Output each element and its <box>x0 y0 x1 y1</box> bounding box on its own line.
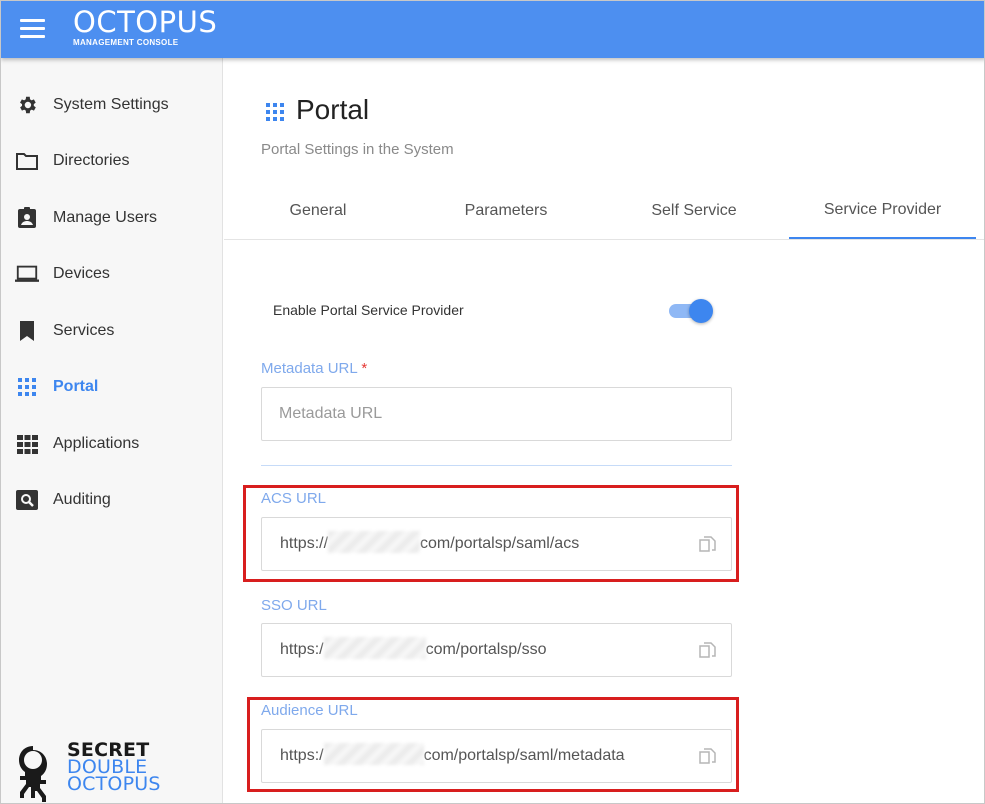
sidebar-item-label: Services <box>53 322 115 339</box>
tab-bar: General Parameters Self Service Service … <box>224 183 984 240</box>
tab-service-provider[interactable]: Service Provider <box>789 183 976 239</box>
sidebar-item-label: System Settings <box>53 96 169 113</box>
user-badge-icon <box>15 206 39 230</box>
required-mark: * <box>361 360 368 377</box>
enable-service-provider-toggle[interactable] <box>669 299 713 323</box>
copy-icon[interactable] <box>699 536 717 554</box>
toggle-knob <box>689 299 713 323</box>
audience-url-field: https:/ com/portalsp/saml/metadata <box>261 729 732 783</box>
copy-icon[interactable] <box>699 748 717 766</box>
search-box-icon <box>15 488 39 512</box>
sidebar-item-directories[interactable]: Directories <box>1 138 223 184</box>
main-content: Portal Portal Settings in the System Gen… <box>224 58 984 803</box>
sidebar-item-services[interactable]: Services <box>1 308 223 354</box>
sso-url-field: https:/ com/portalsp/sso <box>261 623 732 677</box>
tab-general[interactable]: General <box>224 183 412 239</box>
secret-double-octopus-logo: SECRET DOUBLE OCTOPUS <box>11 741 171 802</box>
brand-title: OCTOPUS <box>73 5 218 39</box>
acs-url-suffix: com/portalsp/saml/acs <box>420 535 580 553</box>
redacted-domain <box>323 743 424 765</box>
sso-url-prefix: https:/ <box>280 641 324 659</box>
tab-parameters[interactable]: Parameters <box>412 183 600 239</box>
laptop-icon <box>15 262 39 286</box>
sidebar-item-system-settings[interactable]: System Settings <box>1 82 223 128</box>
divider <box>261 465 732 466</box>
brand-logo: OCTOPUS MANAGEMENT CONSOLE <box>73 7 217 47</box>
copy-icon[interactable] <box>699 642 717 660</box>
audience-url-label: Audience URL <box>261 702 358 719</box>
tab-self-service[interactable]: Self Service <box>600 183 788 239</box>
sidebar-item-label: Portal <box>53 378 99 395</box>
enable-service-provider-label: Enable Portal Service Provider <box>273 302 464 318</box>
top-header: OCTOPUS MANAGEMENT CONSOLE <box>1 1 984 58</box>
apps-icon <box>15 432 39 456</box>
grid-icon <box>265 102 285 127</box>
sidebar-item-applications[interactable]: Applications <box>1 421 223 467</box>
page-subtitle: Portal Settings in the System <box>261 141 454 158</box>
logo-line-octopus: OCTOPUS <box>67 773 161 795</box>
brand-subtitle: MANAGEMENT CONSOLE <box>73 38 179 47</box>
acs-url-label: ACS URL <box>261 490 327 507</box>
acs-url-field: https:// com/portalsp/saml/acs <box>261 517 732 571</box>
folder-icon <box>15 149 39 173</box>
audience-url-prefix: https:/ <box>280 747 324 765</box>
redacted-domain <box>328 531 421 553</box>
gear-icon <box>15 93 39 117</box>
sso-url-suffix: com/portalsp/sso <box>425 641 547 659</box>
sidebar: System Settings Directories Manage Users… <box>1 58 223 803</box>
redacted-domain <box>323 637 426 659</box>
sidebar-item-label: Auditing <box>53 491 111 508</box>
page-title: Portal <box>296 94 370 125</box>
logo-text: SECRET DOUBLE OCTOPUS <box>67 741 161 795</box>
metadata-url-label: Metadata URL * <box>261 360 367 377</box>
metadata-url-label-text: Metadata URL <box>261 360 358 377</box>
sidebar-item-portal[interactable]: Portal <box>1 364 223 410</box>
sso-url-label: SSO URL <box>261 597 327 614</box>
grid-icon <box>15 375 39 399</box>
sidebar-item-label: Manage Users <box>53 209 158 226</box>
bookmark-icon <box>15 319 39 343</box>
octopus-logo-icon <box>19 746 47 802</box>
sidebar-item-auditing[interactable]: Auditing <box>1 477 223 523</box>
audience-url-suffix: com/portalsp/saml/metadata <box>423 747 625 765</box>
sso-url-value[interactable]: https:/ com/portalsp/sso <box>280 637 547 659</box>
metadata-url-input[interactable] <box>279 388 679 440</box>
sidebar-item-label: Devices <box>53 265 110 282</box>
sidebar-item-label: Applications <box>53 435 140 452</box>
acs-url-prefix: https:// <box>280 535 329 553</box>
audience-url-value[interactable]: https:/ com/portalsp/saml/metadata <box>280 743 625 765</box>
sidebar-item-manage-users[interactable]: Manage Users <box>1 195 223 241</box>
sidebar-item-label: Directories <box>53 152 130 169</box>
menu-icon[interactable] <box>20 19 45 39</box>
app-window: OCTOPUS MANAGEMENT CONSOLE System Settin… <box>0 0 985 804</box>
sidebar-item-devices[interactable]: Devices <box>1 251 223 297</box>
acs-url-value[interactable]: https:// com/portalsp/saml/acs <box>280 531 580 553</box>
metadata-url-field <box>261 387 732 441</box>
